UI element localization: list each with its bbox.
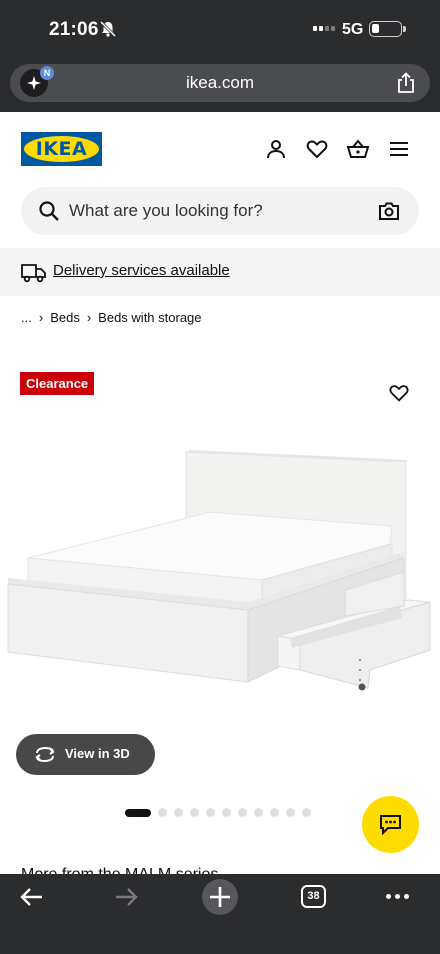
browser-bottom-bar: 38 (0, 874, 440, 954)
search-icon (39, 201, 59, 221)
rotate-3d-icon (35, 746, 55, 763)
breadcrumb-item-beds-with-storage[interactable]: Beds with storage (98, 310, 201, 325)
product-image[interactable] (0, 440, 440, 700)
share-icon[interactable] (396, 72, 416, 94)
search-bar[interactable]: What are you looking for? (21, 187, 419, 235)
camera-icon[interactable] (377, 199, 401, 223)
tabs-button[interactable]: 38 (301, 885, 326, 908)
truck-icon (21, 264, 46, 283)
forward-arrow-icon[interactable] (114, 886, 138, 908)
delivery-link[interactable]: Delivery services available (53, 262, 230, 279)
status-time: 21:06 (49, 19, 99, 40)
carousel-dot-active[interactable] (125, 808, 151, 817)
carousel-dot[interactable] (190, 808, 199, 817)
view-in-3d-button[interactable]: View in 3D (16, 734, 155, 775)
chevron-right-icon: › (38, 310, 44, 325)
image-carousel-indicator (125, 808, 311, 817)
back-arrow-icon[interactable] (20, 886, 44, 908)
new-tab-button[interactable] (202, 879, 238, 915)
url-text[interactable]: ikea.com (10, 73, 430, 93)
breadcrumb-item-beds[interactable]: Beds (50, 310, 80, 325)
basket-icon[interactable] (346, 137, 370, 161)
heart-icon[interactable] (305, 137, 329, 161)
favourite-heart-icon[interactable] (388, 382, 410, 404)
view-in-3d-label: View in 3D (65, 746, 130, 761)
carousel-dot[interactable] (238, 808, 247, 817)
delivery-banner[interactable]: Delivery services available (0, 248, 440, 296)
clearance-badge: Clearance (20, 372, 95, 395)
carousel-dot[interactable] (206, 808, 215, 817)
breadcrumb-item-ellipsis[interactable]: ... (21, 310, 32, 325)
browser-top-chrome: 21:06 5G N ikea.com (0, 0, 440, 112)
battery-icon (369, 21, 406, 37)
carousel-dot[interactable] (254, 808, 263, 817)
signal-icon (313, 26, 335, 31)
profile-icon[interactable] (264, 137, 288, 161)
chat-button[interactable] (362, 796, 419, 853)
carousel-dot[interactable] (302, 808, 311, 817)
bell-muted-icon (99, 20, 117, 38)
carousel-dot[interactable] (222, 808, 231, 817)
url-bar[interactable]: N ikea.com (10, 64, 430, 102)
network-label: 5G (342, 21, 364, 38)
more-icon[interactable] (386, 894, 409, 899)
carousel-dot[interactable] (158, 808, 167, 817)
breadcrumb: ... › Beds › Beds with storage (21, 310, 202, 325)
search-input[interactable]: What are you looking for? (69, 201, 263, 221)
carousel-dot[interactable] (286, 808, 295, 817)
carousel-dot[interactable] (270, 808, 279, 817)
ikea-logo[interactable]: IKEA (21, 132, 102, 166)
chevron-right-icon: › (86, 310, 92, 325)
menu-icon[interactable] (387, 137, 411, 161)
carousel-dot[interactable] (174, 808, 183, 817)
plus-icon (210, 887, 230, 907)
chat-icon (380, 815, 401, 835)
